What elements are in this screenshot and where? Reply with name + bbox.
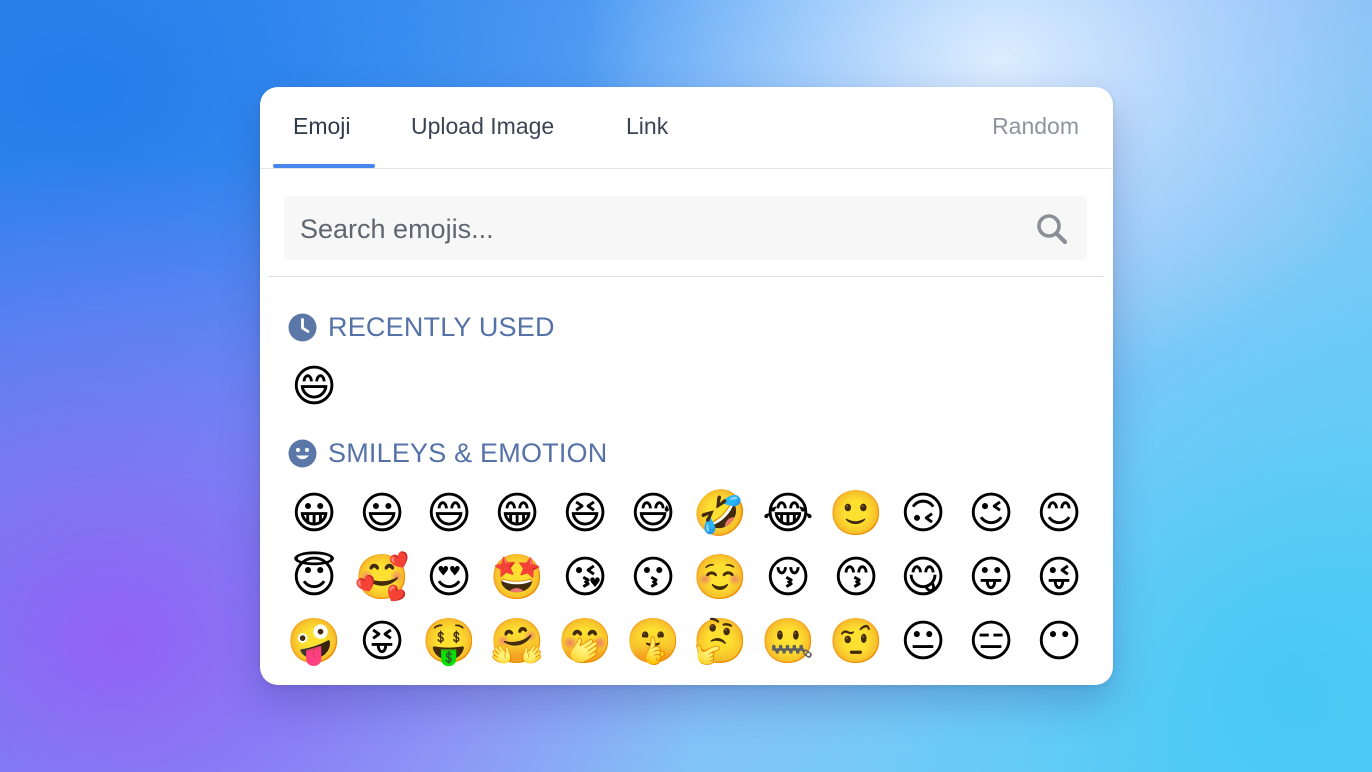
recent-emoji-row: 😄 xyxy=(286,359,1086,415)
emoji-picker-card: Emoji Upload Image Link Random RECENTLY … xyxy=(260,87,1113,685)
tab-upload-image[interactable]: Upload Image xyxy=(411,113,554,140)
emoji-button[interactable]: 🤭 xyxy=(557,614,613,670)
emoji-button[interactable]: 😑 xyxy=(963,614,1019,670)
emoji-button[interactable]: 😋 xyxy=(895,550,951,606)
emoji-button[interactable]: 😇 xyxy=(286,550,342,606)
emoji-button[interactable]: 🥰 xyxy=(354,550,410,606)
emoji-button[interactable]: 😄 xyxy=(421,486,477,542)
smiley-emoji-row-2: 😇 🥰 😍 🤩 😘 😗 ☺️ 😚 😙 😋 😛 😜 xyxy=(286,550,1086,606)
search-icon[interactable] xyxy=(1035,212,1069,246)
emoji-button[interactable]: 😀 xyxy=(286,486,342,542)
section-title-recent: RECENTLY USED xyxy=(328,312,555,342)
emoji-button[interactable]: 😗 xyxy=(625,550,681,606)
emoji-button[interactable]: 🤐 xyxy=(760,614,816,670)
tab-bar: Emoji Upload Image Link Random xyxy=(260,87,1113,169)
emoji-button[interactable]: 😁 xyxy=(489,486,545,542)
emoji-button[interactable]: 😘 xyxy=(557,550,613,606)
search-input[interactable] xyxy=(298,196,1002,262)
emoji-button[interactable]: 😊 xyxy=(1031,486,1087,542)
emoji-button[interactable]: 🤪 xyxy=(286,614,342,670)
clock-icon xyxy=(288,313,317,342)
emoji-button[interactable]: 🤫 xyxy=(625,614,681,670)
emoji-button[interactable]: 😜 xyxy=(1031,550,1087,606)
tab-link[interactable]: Link xyxy=(626,113,668,140)
emoji-button[interactable]: 🤩 xyxy=(489,550,545,606)
emoji-button[interactable]: 🤗 xyxy=(489,614,545,670)
emoji-button[interactable]: 😙 xyxy=(828,550,884,606)
emoji-button[interactable]: 😆 xyxy=(557,486,613,542)
emoji-button[interactable]: 😛 xyxy=(963,550,1019,606)
active-tab-indicator xyxy=(273,164,375,168)
emoji-button[interactable]: 🤣 xyxy=(692,486,748,542)
emoji-button[interactable]: 🙃 xyxy=(895,486,951,542)
emoji-button[interactable]: ☺️ xyxy=(692,550,748,606)
smiley-emoji-row-1: 😀 😃 😄 😁 😆 😅 🤣 😂 🙂 🙃 😉 😊 xyxy=(286,486,1086,542)
emoji-button[interactable]: 🙂 xyxy=(828,486,884,542)
section-title-smileys: SMILEYS & EMOTION xyxy=(328,438,608,468)
emoji-button[interactable]: 😅 xyxy=(625,486,681,542)
emoji-button[interactable]: 🤨 xyxy=(828,614,884,670)
emoji-button[interactable]: 😄 xyxy=(286,359,342,415)
emoji-button[interactable]: 😐 xyxy=(895,614,951,670)
emoji-button[interactable]: 😶 xyxy=(1031,614,1087,670)
emoji-button[interactable]: 😍 xyxy=(421,550,477,606)
emoji-button[interactable]: 😚 xyxy=(760,550,816,606)
emoji-button[interactable]: 😉 xyxy=(963,486,1019,542)
emoji-button[interactable]: 😝 xyxy=(354,614,410,670)
tab-emoji[interactable]: Emoji xyxy=(293,113,351,140)
emoji-button[interactable]: 🤑 xyxy=(421,614,477,670)
emoji-button[interactable]: 😃 xyxy=(354,486,410,542)
random-button[interactable]: Random xyxy=(992,113,1079,140)
smiley-emoji-row-3: 🤪 😝 🤑 🤗 🤭 🤫 🤔 🤐 🤨 😐 😑 😶 xyxy=(286,614,1086,670)
emoji-button[interactable]: 🤔 xyxy=(692,614,748,670)
smiley-icon xyxy=(288,439,317,468)
search-box xyxy=(284,196,1087,262)
emoji-button[interactable]: 😂 xyxy=(760,486,816,542)
search-area xyxy=(268,169,1104,277)
